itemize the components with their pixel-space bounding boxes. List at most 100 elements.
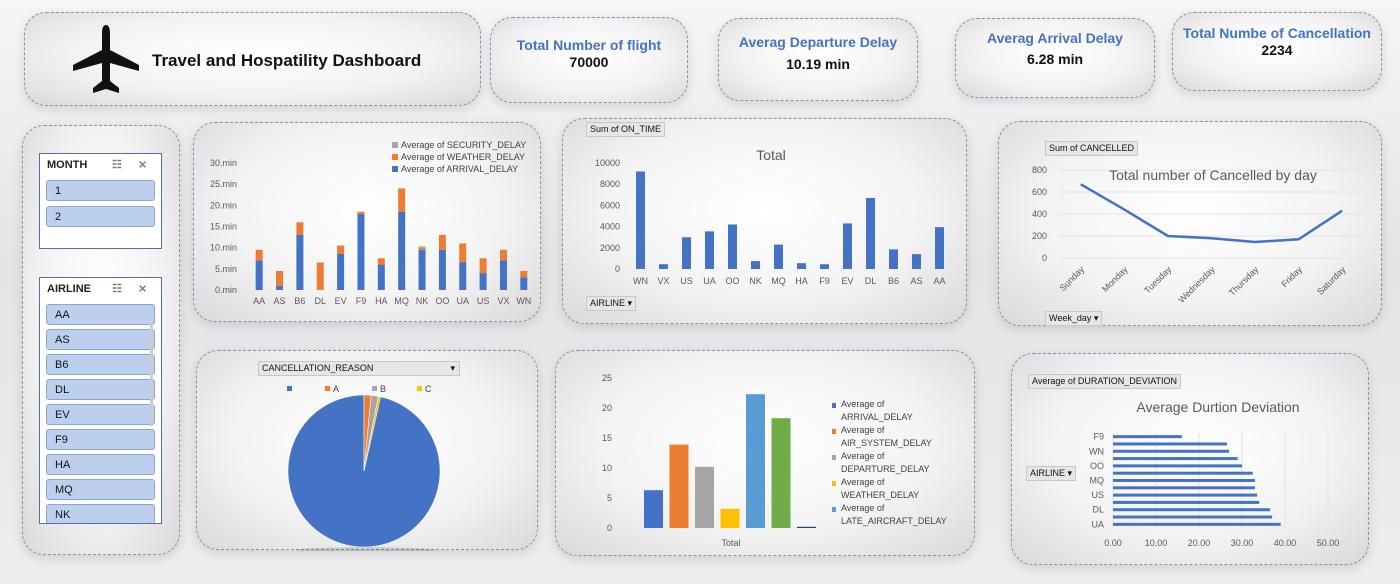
multi-select-icon[interactable]: ☷ xyxy=(112,282,122,295)
bar xyxy=(771,418,791,528)
duration-deviation-card: Average of DURATION_DEVIATION Average Du… xyxy=(1011,353,1369,565)
x-tick-label: 10.00 xyxy=(1145,538,1168,548)
x-tick-label: MQ xyxy=(771,276,786,286)
y-tick-label: DL xyxy=(1092,505,1104,515)
x-tick-label: Sunday xyxy=(1058,264,1087,293)
bar xyxy=(728,224,737,269)
pie-shadow xyxy=(296,547,436,551)
bar xyxy=(889,249,898,269)
y-tick-label: 600 xyxy=(1032,187,1047,197)
legend-label: Average of SECURITY_DELAY xyxy=(401,140,526,150)
bar xyxy=(695,466,714,528)
slicer-panel: MONTH ☷ ⨯ 1 2 AIRLINE ☷ ⨯ AA AS B6 DL EV… xyxy=(22,125,180,555)
bar xyxy=(520,270,528,278)
cancelled-card: Sum of CANCELLED 0 200 400 600 800 Total numb… xyxy=(998,121,1382,326)
bar xyxy=(1113,508,1270,512)
x-tick-label: Wednesday xyxy=(1176,264,1217,305)
bar xyxy=(751,261,760,269)
slicer-item[interactable]: EV xyxy=(46,404,155,425)
bar xyxy=(479,258,487,274)
kpi-value: 70000 xyxy=(569,54,609,70)
bar xyxy=(296,222,304,235)
y-tick-label: 10000 xyxy=(595,158,620,168)
bar xyxy=(377,264,385,290)
legend-swatch xyxy=(392,142,398,148)
clear-filter-icon[interactable]: ⨯ xyxy=(138,282,147,295)
chart-title: Total number of Cancelled by day xyxy=(1109,167,1317,183)
y-tick-label: 5 xyxy=(607,493,612,503)
legend-label: Average of ARRIVAL_DELAY xyxy=(401,164,518,174)
bar xyxy=(820,264,829,269)
kpi-title: Averag Departure Delay xyxy=(738,34,898,50)
bar xyxy=(276,270,284,286)
legend-swatch xyxy=(325,386,330,391)
field-button-axis[interactable]: AIRLINE ▾ xyxy=(1026,466,1077,481)
x-tick-label: US xyxy=(477,296,490,306)
clear-filter-icon[interactable]: ⨯ xyxy=(138,158,147,171)
y-tick-label: 20 xyxy=(602,403,612,413)
bar xyxy=(1113,515,1273,519)
bar xyxy=(843,223,852,269)
x-tick-label: Thursday xyxy=(1227,264,1261,298)
bar xyxy=(1113,493,1258,497)
legend-label: WEATHER_DELAY xyxy=(841,490,919,500)
x-tick-label: VX xyxy=(657,276,669,286)
x-tick-label: Friday xyxy=(1279,264,1304,289)
dropdown-icon: ▾ xyxy=(627,298,633,308)
y-tick-label: 20.min xyxy=(210,200,237,210)
bar xyxy=(398,211,406,290)
legend-label: AIR_SYSTEM_DELAY xyxy=(841,438,932,448)
multi-select-icon[interactable]: ☷ xyxy=(112,158,122,171)
bar xyxy=(746,394,765,528)
x-tick-label: OO xyxy=(725,276,739,286)
kpi-cancellations: Total Numbe of Cancellation 2234 xyxy=(1172,12,1382,91)
slicer-item[interactable]: F9 xyxy=(46,429,155,450)
bar xyxy=(797,263,806,269)
bar xyxy=(1113,464,1242,468)
y-tick-label: 0 xyxy=(615,264,620,274)
legend-swatch xyxy=(372,386,377,391)
slicer-item[interactable]: AS xyxy=(46,329,155,350)
slicer-header: AIRLINE ☷ ⨯ xyxy=(40,278,161,300)
axis-field-label: Week_day xyxy=(1049,313,1092,323)
slicer-scrollbar[interactable] xyxy=(150,322,153,426)
legend-swatch xyxy=(832,403,836,408)
slicer-item[interactable]: NK xyxy=(46,504,155,523)
bar xyxy=(459,262,467,290)
axis-field-label: AIRLINE xyxy=(590,298,626,308)
bar xyxy=(418,247,426,250)
x-tick-label: HA xyxy=(795,276,808,286)
ontime-chart: Total 0 2000 4000 6000 8000 10000 WN VX US UA OO NK M… xyxy=(595,147,946,286)
cancellation-reason-chart: A B C xyxy=(287,384,441,551)
slicer-item[interactable]: DL xyxy=(46,379,155,400)
legend-label: A xyxy=(333,384,339,394)
bar xyxy=(357,213,365,290)
bar xyxy=(774,244,783,269)
kpi-title: Total Number of flight xyxy=(516,37,662,53)
bar xyxy=(935,227,944,269)
x-tick-label: NK xyxy=(749,276,762,286)
x-tick-label: 40.00 xyxy=(1274,538,1297,548)
slicer-item[interactable]: 1 xyxy=(46,180,155,201)
x-tick-label: 20.00 xyxy=(1188,538,1211,548)
legend-label: ARRIVAL_DELAY xyxy=(841,412,913,422)
slicer-header: MONTH ☷ ⨯ xyxy=(40,154,161,176)
x-tick-label: 30.00 xyxy=(1231,538,1254,548)
bar xyxy=(520,277,528,290)
dropdown-icon: ▾ xyxy=(1093,313,1099,323)
y-tick-label: 0 xyxy=(1042,253,1047,263)
field-button-axis[interactable]: Week_day ▾ xyxy=(1045,311,1103,326)
slicer-item[interactable]: MQ xyxy=(46,479,155,500)
legend-swatch xyxy=(392,166,398,172)
x-tick-label: EV xyxy=(335,296,347,306)
slicer-item[interactable]: 2 xyxy=(46,206,155,227)
bar xyxy=(682,237,691,269)
y-tick-label: 8000 xyxy=(600,179,620,189)
slicer-item[interactable]: HA xyxy=(46,454,155,475)
slicer-item[interactable]: AA xyxy=(46,304,155,325)
bar xyxy=(438,234,446,250)
slicer-item[interactable]: B6 xyxy=(46,354,155,375)
field-button-axis[interactable]: AIRLINE ▾ xyxy=(586,296,637,311)
y-tick-label: 0.min xyxy=(215,285,237,295)
legend-label: LATE_AIRCRAFT_DELAY xyxy=(841,516,947,526)
